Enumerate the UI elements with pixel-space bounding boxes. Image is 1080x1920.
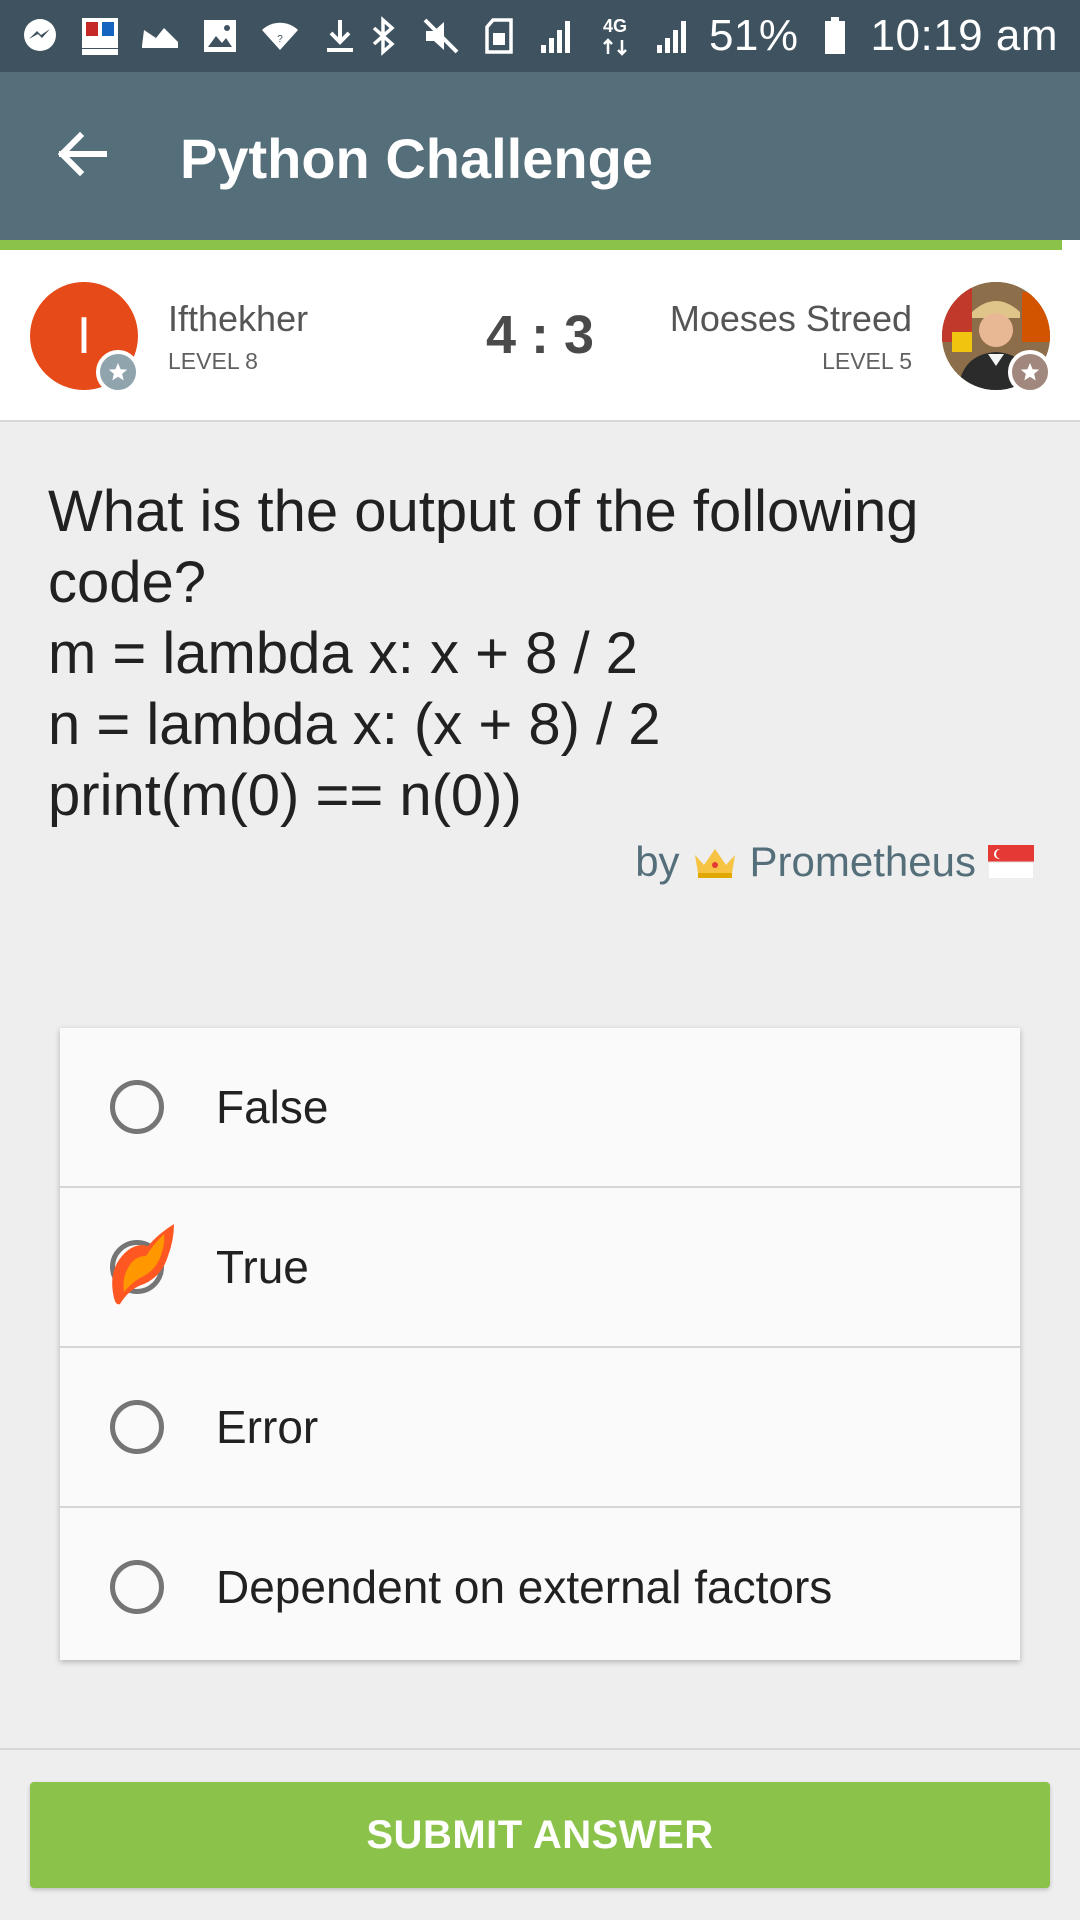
question-author[interactable]: by Prometheus: [635, 838, 1034, 886]
svg-text:?: ?: [277, 34, 283, 45]
question-code-line: print(m(0) == n(0)): [48, 763, 522, 828]
download-icon: [318, 14, 362, 58]
player-left-rank-badge: [96, 350, 140, 394]
player-left-level: LEVEL 8: [168, 348, 258, 374]
match-header: I Ifthekher LEVEL 8 4 : 3 Moeses Streed …: [0, 250, 1080, 422]
option-false[interactable]: False: [60, 1028, 1020, 1188]
star-icon: [108, 363, 128, 381]
crown-icon: [694, 849, 735, 878]
singapore-flag-icon: [988, 845, 1034, 879]
shoe-icon: [138, 14, 182, 58]
player-left-name: Ifthekher: [168, 298, 309, 339]
radio-button[interactable]: [110, 1400, 164, 1454]
bluetooth-icon: [361, 14, 405, 58]
image-icon: [198, 14, 242, 58]
arrow-left-icon: [57, 131, 107, 177]
radio-button[interactable]: [110, 1080, 164, 1134]
divider: [0, 1748, 1080, 1750]
player-right-level: LEVEL 5: [822, 348, 912, 374]
star-icon: [1020, 363, 1040, 381]
question-line: What is the output of the following: [48, 479, 919, 544]
question-text: What is the output of the following code…: [48, 476, 1038, 831]
question-code-line: m = lambda x: x + 8 / 2: [48, 621, 638, 686]
signal-icon: [535, 14, 579, 58]
option-dependent[interactable]: Dependent on external factors: [60, 1508, 1020, 1666]
match-score: 4 : 3: [485, 305, 595, 365]
messenger-icon: [18, 14, 62, 58]
mute-icon: [419, 14, 463, 58]
timer-progress-remaining: [1062, 240, 1080, 250]
wifi-icon: ?: [258, 14, 302, 58]
author-prefix: by: [635, 838, 680, 885]
sim-icon: [477, 14, 521, 58]
battery-percent: 51%: [708, 11, 799, 60]
option-label: Error: [216, 1401, 319, 1453]
app-icon: [78, 14, 122, 58]
option-label: Dependent on external factors: [216, 1561, 833, 1613]
signal-icon: [651, 14, 695, 58]
question-line: code?: [48, 550, 207, 615]
4g-signal-icon: 4G: [593, 14, 637, 58]
battery-icon: [813, 14, 857, 58]
timer-progress: [0, 240, 1062, 250]
selected-flame-icon: [112, 1224, 174, 1305]
back-button[interactable]: [46, 118, 118, 190]
radio-button[interactable]: [110, 1560, 164, 1614]
svg-text:4G: 4G: [603, 16, 627, 36]
page-title: Python Challenge: [180, 127, 653, 190]
submit-answer-button[interactable]: SUBMIT ANSWER: [30, 1782, 1050, 1888]
app-bar: Python Challenge: [0, 72, 1080, 240]
answer-options: False True Error Dependent on external f…: [60, 1028, 1020, 1660]
option-label: True: [216, 1241, 309, 1293]
author-name: Prometheus: [749, 838, 976, 885]
option-error[interactable]: Error: [60, 1348, 1020, 1508]
question-code-line: n = lambda x: (x + 8) / 2: [48, 692, 661, 757]
status-bar: ? 4G 51% 10:19 am: [0, 0, 1080, 72]
player-right-name: Moeses Streed: [669, 298, 912, 339]
option-label: False: [216, 1081, 329, 1133]
player-right-rank-badge: [1008, 350, 1052, 394]
clock: 10:19 am: [870, 11, 1058, 60]
option-true[interactable]: True: [60, 1188, 1020, 1348]
